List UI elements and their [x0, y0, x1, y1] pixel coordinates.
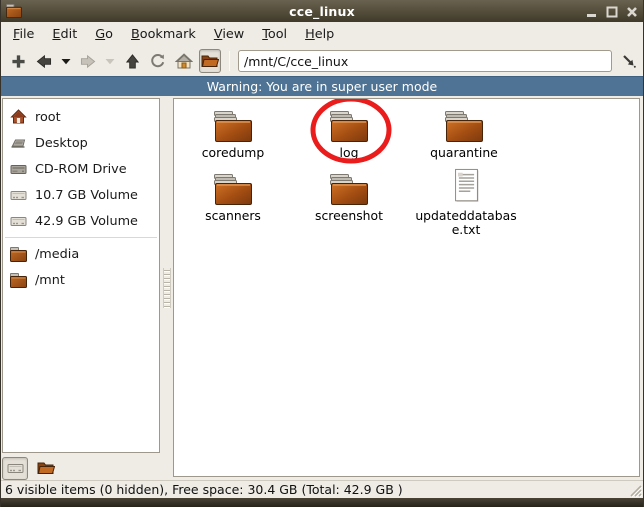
refresh-icon — [150, 53, 166, 69]
volume-drive-icon — [10, 187, 27, 203]
up-arrow-icon — [125, 54, 140, 69]
refresh-button[interactable] — [147, 49, 169, 73]
sidebar-item-label: 42.9 GB Volume — [35, 213, 138, 229]
desktop-icon — [10, 135, 27, 151]
toolbar — [1, 46, 643, 76]
folder-icon — [213, 111, 253, 143]
sidebar-item-label: 10.7 GB Volume — [35, 187, 138, 203]
directory-tree-icon — [37, 460, 55, 476]
forward-button — [77, 49, 99, 73]
file-item-updateddatabase-txt[interactable]: updateddatabase.txt — [411, 168, 521, 238]
superuser-warning-banner: Warning: You are in super user mode — [1, 76, 643, 96]
go-jump-icon[interactable] — [621, 53, 637, 69]
file-item-screenshot[interactable]: screenshot — [294, 174, 404, 223]
folder-icon — [213, 174, 253, 206]
home-icon — [175, 53, 193, 69]
menu-file[interactable]: File — [5, 24, 42, 45]
sidebar-item-mnt[interactable]: /mnt — [3, 267, 159, 293]
titlebar[interactable]: cce_linux — [1, 0, 643, 22]
sidebar-item-volume-42gb[interactable]: 42.9 GB Volume — [3, 208, 159, 234]
forward-history-chevron-icon — [105, 58, 115, 65]
menu-help[interactable]: Help — [297, 24, 342, 45]
directory-tree-button[interactable] — [33, 457, 59, 480]
statusbar: 6 visible items (0 hidden), Free space: … — [1, 480, 643, 498]
new-tab-plus-icon — [11, 54, 26, 69]
folder-icon — [10, 273, 27, 288]
file-icon-view[interactable]: coredump log quarantine scanners screens… — [173, 98, 640, 477]
window-frame-bottom — [1, 498, 643, 507]
sidebar-item-desktop[interactable]: Desktop — [3, 130, 159, 156]
file-label: log — [339, 145, 359, 160]
folder-icon — [329, 174, 369, 206]
folder-icon — [444, 111, 484, 143]
forward-arrow-icon — [80, 54, 96, 69]
window-title: cce_linux — [289, 3, 355, 19]
pane-splitter[interactable] — [162, 96, 172, 480]
menu-go[interactable]: Go — [87, 24, 121, 45]
sidebar-item-volume-10gb[interactable]: 10.7 GB Volume — [3, 182, 159, 208]
folder-icon — [329, 111, 369, 143]
cdrom-drive-icon — [10, 161, 27, 177]
menu-tool[interactable]: Tool — [254, 24, 295, 45]
minimize-button[interactable] — [585, 5, 598, 18]
maximize-button[interactable] — [605, 5, 618, 18]
new-tab-button[interactable] — [7, 49, 29, 73]
file-item-coredump[interactable]: coredump — [178, 111, 288, 160]
content-area: root Desktop CD-ROM Drive 10.7 GB Volume… — [1, 96, 643, 480]
menubar: File Edit Go Bookmark View Tool Help — [1, 22, 643, 46]
sidebar-item-label: /media — [35, 246, 80, 262]
splitter-grip-icon — [163, 268, 171, 308]
sidebar-separator — [5, 237, 157, 238]
file-label: updateddatabase.txt — [415, 208, 517, 238]
file-label: quarantine — [430, 145, 498, 160]
sidebar-item-label: Desktop — [35, 135, 88, 151]
file-label: scanners — [205, 208, 261, 223]
sidebar-item-root[interactable]: root — [3, 104, 159, 130]
up-button[interactable] — [121, 49, 143, 73]
side-pane-folder-icon — [201, 53, 219, 69]
text-file-icon — [451, 168, 482, 206]
close-button[interactable] — [625, 5, 638, 18]
file-manager-window: cce_linux File Edit Go Bookmark View Too… — [0, 0, 644, 507]
sidebar-item-cdrom[interactable]: CD-ROM Drive — [3, 156, 159, 182]
sidebar-item-label: CD-ROM Drive — [35, 161, 127, 177]
file-item-log[interactable]: log — [294, 111, 404, 160]
volume-drive-icon — [10, 213, 27, 229]
home-button[interactable] — [173, 49, 195, 73]
places-sidebar: root Desktop CD-ROM Drive 10.7 GB Volume… — [2, 98, 160, 453]
back-history-button[interactable] — [59, 49, 73, 73]
folder-icon — [10, 247, 27, 262]
menu-bookmark[interactable]: Bookmark — [123, 24, 204, 45]
file-label: coredump — [201, 145, 265, 160]
side-pane-toggle-button[interactable] — [199, 49, 221, 73]
sidebar-item-label: /mnt — [35, 272, 65, 288]
menu-view[interactable]: View — [206, 24, 252, 45]
menu-edit[interactable]: Edit — [44, 24, 85, 45]
sidebar-item-media[interactable]: /media — [3, 241, 159, 267]
back-history-chevron-icon — [61, 58, 71, 65]
back-arrow-icon — [36, 54, 52, 69]
places-pane-button[interactable] — [2, 456, 28, 480]
forward-history-button — [103, 49, 117, 73]
file-item-scanners[interactable]: scanners — [178, 174, 288, 223]
sidebar-item-label: root — [35, 109, 61, 125]
side-pane-mode-buttons — [2, 456, 160, 480]
toolbar-separator — [229, 51, 230, 71]
places-pane-icon — [7, 460, 24, 476]
home-icon — [10, 109, 27, 125]
file-item-quarantine[interactable]: quarantine — [409, 111, 519, 160]
file-label: screenshot — [315, 208, 383, 223]
status-text: 6 visible items (0 hidden), Free space: … — [5, 482, 403, 497]
back-button[interactable] — [33, 49, 55, 73]
address-bar-input[interactable] — [238, 50, 612, 72]
resize-grip[interactable] — [628, 483, 642, 497]
